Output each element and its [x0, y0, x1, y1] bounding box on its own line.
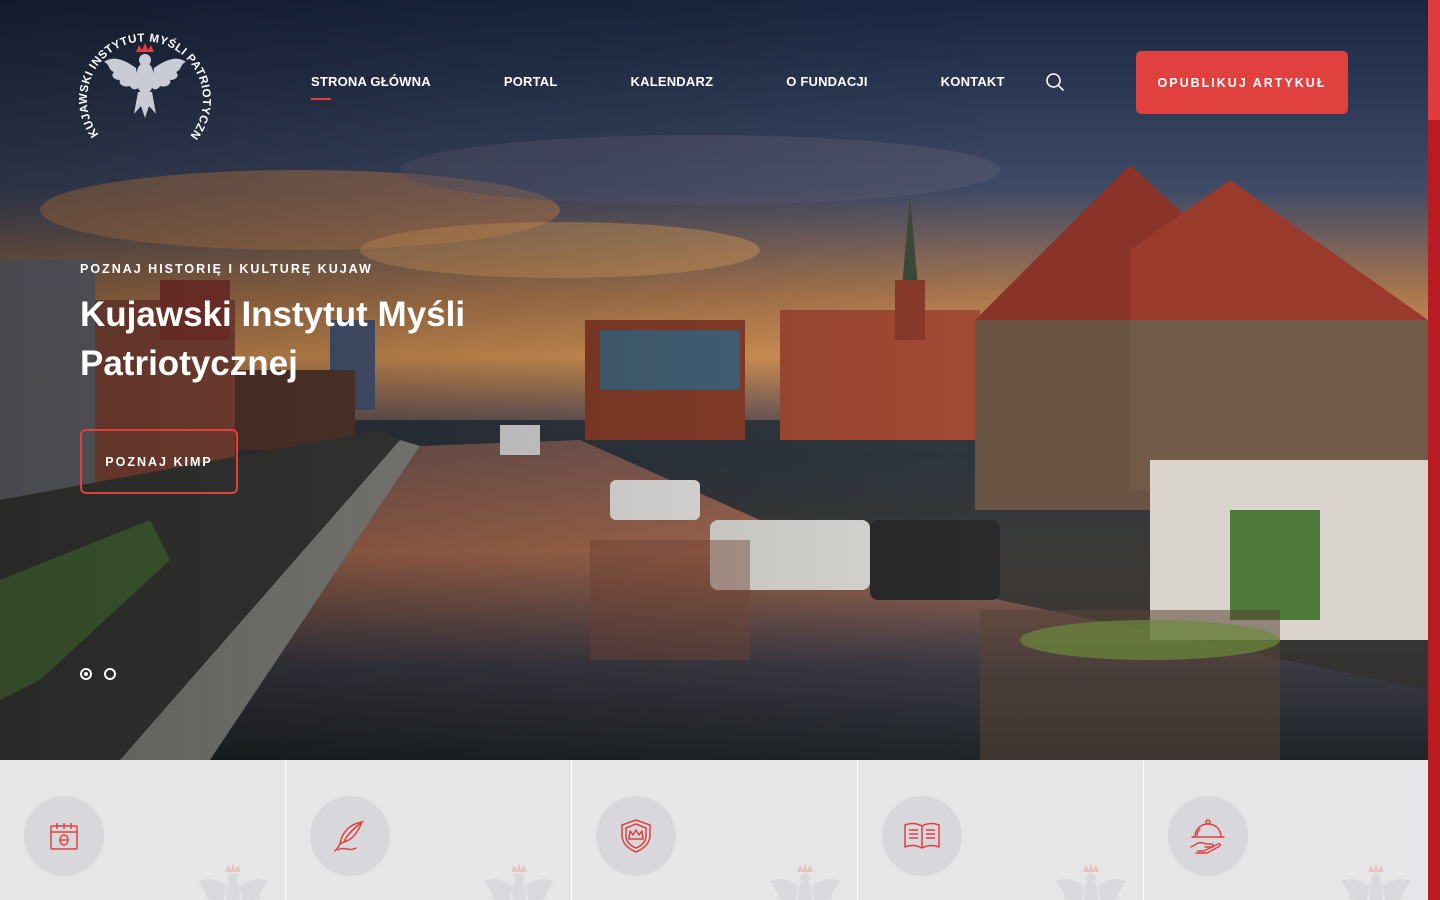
nav-item-about-foundation[interactable]: O FUNDACJI — [786, 74, 867, 89]
eagle-watermark-icon — [1340, 863, 1412, 900]
open-book-icon — [882, 796, 962, 876]
serving-cloche-icon — [1168, 796, 1248, 876]
publish-article-button[interactable]: OPUBLIKUJ ARTYKUŁ — [1136, 51, 1348, 114]
eagle-watermark-icon — [483, 863, 555, 900]
shield-crown-icon — [596, 796, 676, 876]
eagle-emblem-icon: KUJAWSKI INSTYTUT MYŚLI PATRIOTYCZNEJ — [74, 9, 212, 142]
eagle-watermark-icon — [769, 863, 841, 900]
search-icon[interactable] — [1045, 72, 1065, 92]
calendar-icon — [24, 796, 104, 876]
slider-dot-2[interactable] — [104, 668, 116, 680]
eagle-watermark-icon — [1055, 863, 1127, 900]
nav-item-home[interactable]: STRONA GŁÓWNA — [311, 74, 431, 100]
hero-title: Kujawski Instytut Myśli Patriotycznej — [80, 295, 466, 383]
slider-pagination — [80, 668, 116, 680]
feature-card-cuisine[interactable] — [1144, 760, 1428, 900]
main-navigation: STRONA GŁÓWNA PORTAL KALENDARZ O FUNDACJ… — [311, 74, 1005, 100]
feature-card-library[interactable] — [858, 760, 1144, 900]
site-logo[interactable]: KUJAWSKI INSTYTUT MYŚLI PATRIOTYCZNEJ — [74, 9, 212, 144]
nav-item-contact[interactable]: KONTAKT — [941, 74, 1005, 89]
feature-cards — [0, 760, 1428, 900]
quill-feather-icon — [310, 796, 390, 876]
nav-item-calendar[interactable]: KALENDARZ — [631, 74, 714, 89]
nav-item-portal[interactable]: PORTAL — [504, 74, 558, 89]
scrollbar-thumb[interactable] — [1428, 0, 1440, 120]
feature-card-writing[interactable] — [286, 760, 572, 900]
page-scrollbar[interactable] — [1428, 0, 1440, 900]
feature-card-heritage[interactable] — [572, 760, 858, 900]
feature-card-calendar[interactable] — [0, 760, 286, 900]
eagle-watermark-icon — [197, 863, 269, 900]
discover-kimp-button[interactable]: POZNAJ KIMP — [80, 429, 238, 494]
hero-eyebrow: POZNAJ HISTORIĘ I KULTURĘ KUJAW — [80, 262, 373, 276]
slider-dot-1[interactable] — [80, 668, 92, 680]
